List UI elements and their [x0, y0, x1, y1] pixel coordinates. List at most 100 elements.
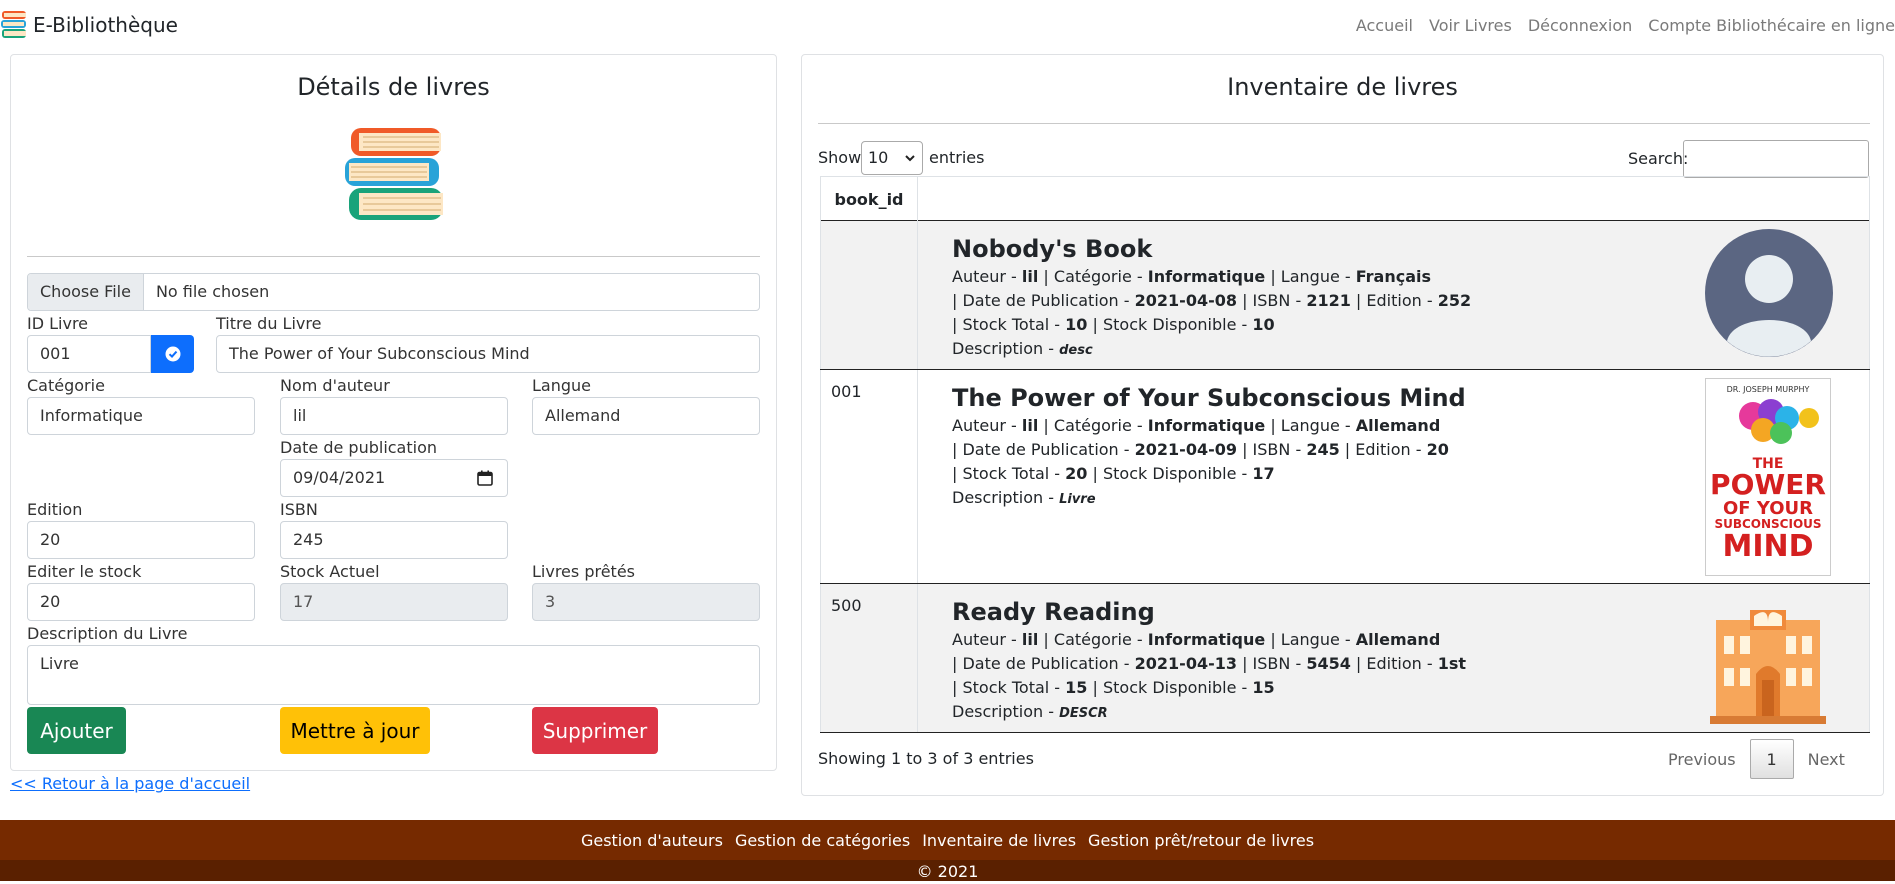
inventory-title: Inventaire de livres [1227, 73, 1458, 101]
isbn-input[interactable]: 245 [280, 521, 508, 559]
book-line-4: Description - DESCR [952, 702, 1108, 721]
page-1-button[interactable]: 1 [1749, 739, 1794, 779]
auteur-label: Nom d'auteur [280, 376, 390, 395]
book-cover-icon: DR. JOSEPH MURPHY THE POWER OF YOUR SUBC… [1705, 378, 1831, 576]
pretes-input: 3 [532, 583, 760, 621]
id-label: ID Livre [27, 314, 89, 333]
table-row[interactable]: Nobody's Book Auteur - lil | Catégorie -… [820, 221, 1870, 370]
book-line-4: Description - desc [952, 339, 1093, 358]
add-button[interactable]: Ajouter [27, 707, 126, 754]
avatar-placeholder-icon [1705, 229, 1833, 357]
books-stack-icon [1, 11, 26, 38]
book-line-3: | Stock Total - 10 | Stock Disponible - … [952, 315, 1275, 334]
book-title: The Power of Your Subconscious Mind [952, 384, 1466, 412]
book-line-1: Auteur - lil | Catégorie - Informatique … [952, 630, 1441, 649]
brand[interactable]: E-Bibliothèque [0, 10, 178, 40]
check-circle-icon [165, 346, 180, 362]
file-status: No file chosen [155, 282, 270, 301]
book-line-2: | Date de Publication - 2021-04-08 | ISB… [952, 291, 1472, 310]
prev-button[interactable]: Previous [1662, 750, 1742, 769]
date-value: 09/04/2021 [293, 468, 386, 487]
cover-title-3: OF YOUR [1723, 498, 1813, 519]
col-details[interactable] [918, 177, 1870, 222]
update-button[interactable]: Mettre à jour [280, 707, 430, 754]
brand-name: E-Bibliothèque [33, 13, 178, 37]
stock-edit-input[interactable]: 20 [27, 583, 255, 621]
categorie-label: Catégorie [27, 376, 105, 395]
cell-book-id: 001 [820, 370, 918, 583]
cover-title-2: POWER [1710, 468, 1826, 501]
cell-book-id: 500 [820, 584, 918, 732]
footer-link-auteurs[interactable]: Gestion d'auteurs [581, 831, 723, 850]
footer-link-categories[interactable]: Gestion de catégories [735, 831, 910, 850]
search-label: Search: [1628, 149, 1689, 168]
footer-links: Gestion d'auteurs Gestion de catégories … [0, 820, 1895, 860]
cover-author: DR. JOSEPH MURPHY [1727, 385, 1810, 394]
next-button[interactable]: Next [1802, 750, 1851, 769]
delete-button[interactable]: Supprimer [532, 707, 658, 754]
library-building-icon [1710, 610, 1826, 724]
isbn-label: ISBN [280, 500, 318, 519]
book-title: Ready Reading [952, 598, 1155, 626]
edition-label: Edition [27, 500, 83, 519]
book-details-card: Détails de livres Choose File No file ch… [10, 54, 777, 771]
book-title: Nobody's Book [952, 235, 1153, 263]
desc-textarea[interactable]: Livre [27, 645, 760, 705]
entries-select-value: 10 [868, 148, 889, 167]
copyright: © 2021 [0, 860, 1895, 881]
entries-select[interactable]: 10 [861, 141, 923, 175]
nav-links: Accueil Voir Livres Déconnexion Compte B… [1356, 16, 1895, 35]
file-input[interactable]: Choose File No file chosen [27, 273, 760, 311]
inventory-card: Inventaire de livres Show 10 entries Sea… [801, 54, 1884, 796]
col-book-id[interactable]: book_id [820, 177, 918, 222]
book-line-1: Auteur - lil | Catégorie - Informatique … [952, 267, 1432, 286]
id-input[interactable]: 001 [27, 335, 151, 373]
book-line-2: | Date de Publication - 2021-04-09 | ISB… [952, 440, 1449, 459]
date-label: Date de publication [280, 438, 438, 457]
go-button[interactable] [151, 335, 194, 373]
cell-book-id [820, 221, 918, 369]
nav-deconnexion[interactable]: Déconnexion [1528, 16, 1632, 35]
stock-edit-label: Editer le stock [27, 562, 142, 581]
edition-input[interactable]: 20 [27, 521, 255, 559]
books-stack-icon [345, 128, 443, 220]
search-input[interactable] [1683, 140, 1869, 178]
titre-input[interactable]: The Power of Your Subconscious Mind [216, 335, 760, 373]
categorie-input[interactable]: Informatique [27, 397, 255, 435]
navbar: E-Bibliothèque Accueil Voir Livres Décon… [0, 0, 1895, 50]
pagination: Previous 1 Next [1662, 739, 1851, 779]
stock-actuel-input: 17 [280, 583, 508, 621]
back-home-link[interactable]: << Retour à la page d'accueil [10, 774, 250, 793]
langue-input[interactable]: Allemand [532, 397, 760, 435]
choose-file-button[interactable]: Choose File [28, 274, 144, 310]
cell-book-details: Ready Reading Auteur - lil | Catégorie -… [918, 584, 1870, 732]
entries-label: entries [929, 148, 985, 167]
footer-link-pret-retour[interactable]: Gestion prêt/retour de livres [1088, 831, 1314, 850]
details-title: Détails de livres [297, 73, 490, 101]
book-line-3: | Stock Total - 20 | Stock Disponible - … [952, 464, 1275, 483]
langue-label: Langue [532, 376, 591, 395]
table-row[interactable]: 500 Ready Reading Auteur - lil | Catégor… [820, 584, 1870, 733]
titre-label: Titre du Livre [216, 314, 322, 333]
book-line-3: | Stock Total - 15 | Stock Disponible - … [952, 678, 1275, 697]
pretes-label: Livres prêtés [532, 562, 635, 581]
table-info: Showing 1 to 3 of 3 entries [818, 749, 1034, 768]
desc-label: Description du Livre [27, 624, 188, 643]
show-label: Show [818, 148, 862, 167]
nav-accueil[interactable]: Accueil [1356, 16, 1413, 35]
date-input[interactable]: 09/04/2021 [280, 459, 508, 497]
inventory-table: book_id Nobody's Book Auteur - lil | Cat… [820, 176, 1870, 733]
book-line-4: Description - Livre [952, 488, 1096, 507]
table-row[interactable]: 001 The Power of Your Subconscious Mind … [820, 370, 1870, 584]
book-line-1: Auteur - lil | Catégorie - Informatique … [952, 416, 1441, 435]
nav-compte[interactable]: Compte Bibliothécaire en ligne [1648, 16, 1895, 35]
nav-voir-livres[interactable]: Voir Livres [1429, 16, 1512, 35]
book-line-2: | Date de Publication - 2021-04-13 | ISB… [952, 654, 1467, 673]
stock-actuel-label: Stock Actuel [280, 562, 380, 581]
table-header: book_id [820, 176, 1870, 222]
divider [818, 123, 1870, 124]
auteur-input[interactable]: lil [280, 397, 508, 435]
divider [27, 256, 760, 257]
calendar-icon[interactable] [477, 470, 493, 486]
footer-link-inventaire[interactable]: Inventaire de livres [922, 831, 1076, 850]
